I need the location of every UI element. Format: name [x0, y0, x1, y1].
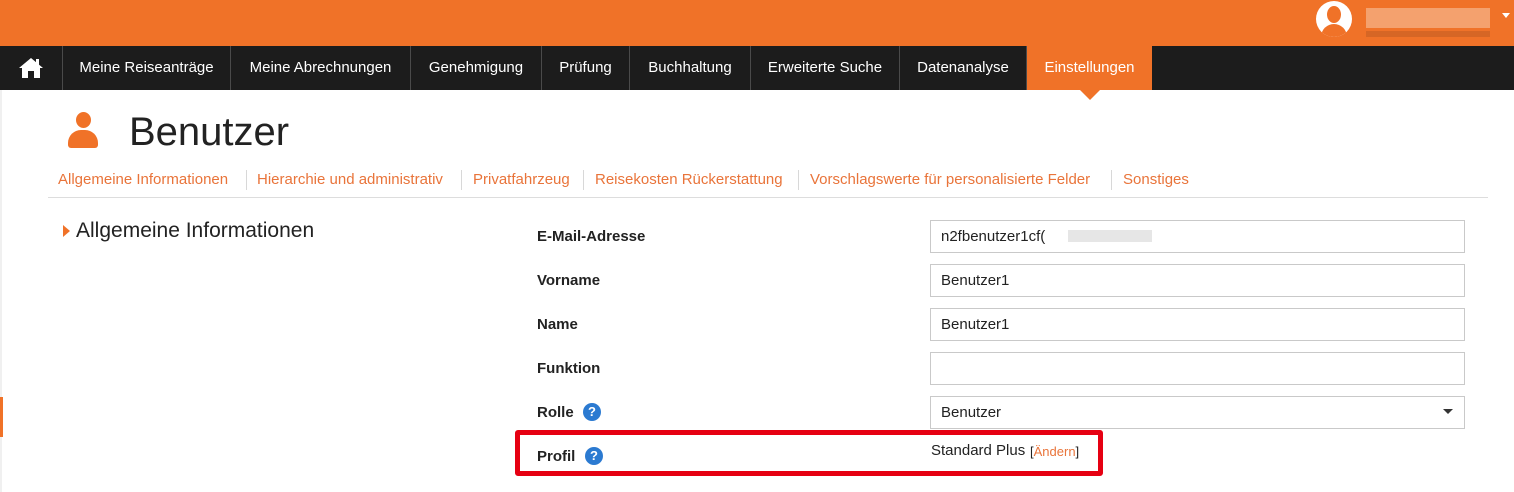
- help-icon[interactable]: ?: [585, 447, 603, 465]
- subtab-separator: [246, 170, 247, 190]
- subtab-sonstiges[interactable]: Sonstiges: [1123, 168, 1189, 192]
- subtab-separator: [1111, 170, 1112, 190]
- rolle-label: Rolle: [537, 404, 574, 421]
- funktion-field[interactable]: [930, 352, 1465, 385]
- subtab-separator: [583, 170, 584, 190]
- nav-buchhaltung[interactable]: Buchhaltung: [630, 46, 751, 90]
- user-menu-caret-icon[interactable]: [1502, 13, 1510, 18]
- top-bar: [0, 0, 1514, 46]
- nav-genehmigung[interactable]: Genehmigung: [411, 46, 542, 90]
- profil-label: Profil: [537, 448, 576, 465]
- nav-datenanalyse[interactable]: Datenanalyse: [900, 46, 1027, 90]
- subtab-hierarchie[interactable]: Hierarchie und administrativ: [257, 168, 443, 192]
- bracket-close: ]: [1075, 444, 1080, 459]
- left-edge-marker: [0, 397, 3, 437]
- home-icon: [19, 58, 43, 78]
- profil-change-link[interactable]: Ändern: [1034, 444, 1076, 459]
- page-title: Benutzer: [129, 110, 290, 154]
- user-subtitle-redacted: [1366, 31, 1490, 37]
- email-label: E-Mail-Adresse: [537, 228, 646, 245]
- nav-einstellungen[interactable]: Einstellungen: [1027, 46, 1152, 90]
- profil-change-wrapper: [Ändern]: [1030, 443, 1079, 461]
- subtabs-divider: [48, 197, 1488, 198]
- home-button[interactable]: [0, 46, 63, 90]
- nav-meine-reiseantraege[interactable]: Meine Reiseanträge: [63, 46, 231, 90]
- section-title[interactable]: Allgemeine Informationen: [76, 217, 314, 245]
- subtab-privatfahrzeug[interactable]: Privatfahrzeug: [473, 168, 570, 192]
- name-field[interactable]: [930, 308, 1465, 341]
- caret-down-icon[interactable]: [1443, 409, 1453, 414]
- subtab-separator: [461, 170, 462, 190]
- profil-value: Standard Plus: [931, 442, 1026, 459]
- active-nav-pointer: [1080, 90, 1100, 100]
- user-avatar-icon[interactable]: [1316, 1, 1352, 37]
- rolle-select[interactable]: Benutzer: [930, 396, 1465, 429]
- name-label: Name: [537, 316, 578, 333]
- nav-erweiterte-suche[interactable]: Erweiterte Suche: [751, 46, 900, 90]
- nav-pruefung[interactable]: Prüfung: [542, 46, 630, 90]
- subtab-allgemeine-informationen[interactable]: Allgemeine Informationen: [58, 168, 228, 192]
- funktion-label: Funktion: [537, 360, 601, 377]
- user-icon: [68, 112, 98, 150]
- main-nav: Meine Reiseanträge Meine Abrechnungen Ge…: [0, 46, 1514, 90]
- email-field[interactable]: [930, 220, 1465, 253]
- subtab-vorschlagswerte[interactable]: Vorschlagswerte für personalisierte Feld…: [810, 168, 1090, 192]
- caret-right-icon[interactable]: [63, 225, 70, 237]
- email-redacted: [1068, 230, 1152, 242]
- vorname-field[interactable]: [930, 264, 1465, 297]
- nav-meine-abrechnungen[interactable]: Meine Abrechnungen: [231, 46, 411, 90]
- subtab-separator: [798, 170, 799, 190]
- subtab-reisekosten[interactable]: Reisekosten Rückerstattung: [595, 168, 783, 192]
- help-icon[interactable]: ?: [583, 403, 601, 421]
- vorname-label: Vorname: [537, 272, 601, 289]
- user-name-redacted[interactable]: [1366, 8, 1490, 28]
